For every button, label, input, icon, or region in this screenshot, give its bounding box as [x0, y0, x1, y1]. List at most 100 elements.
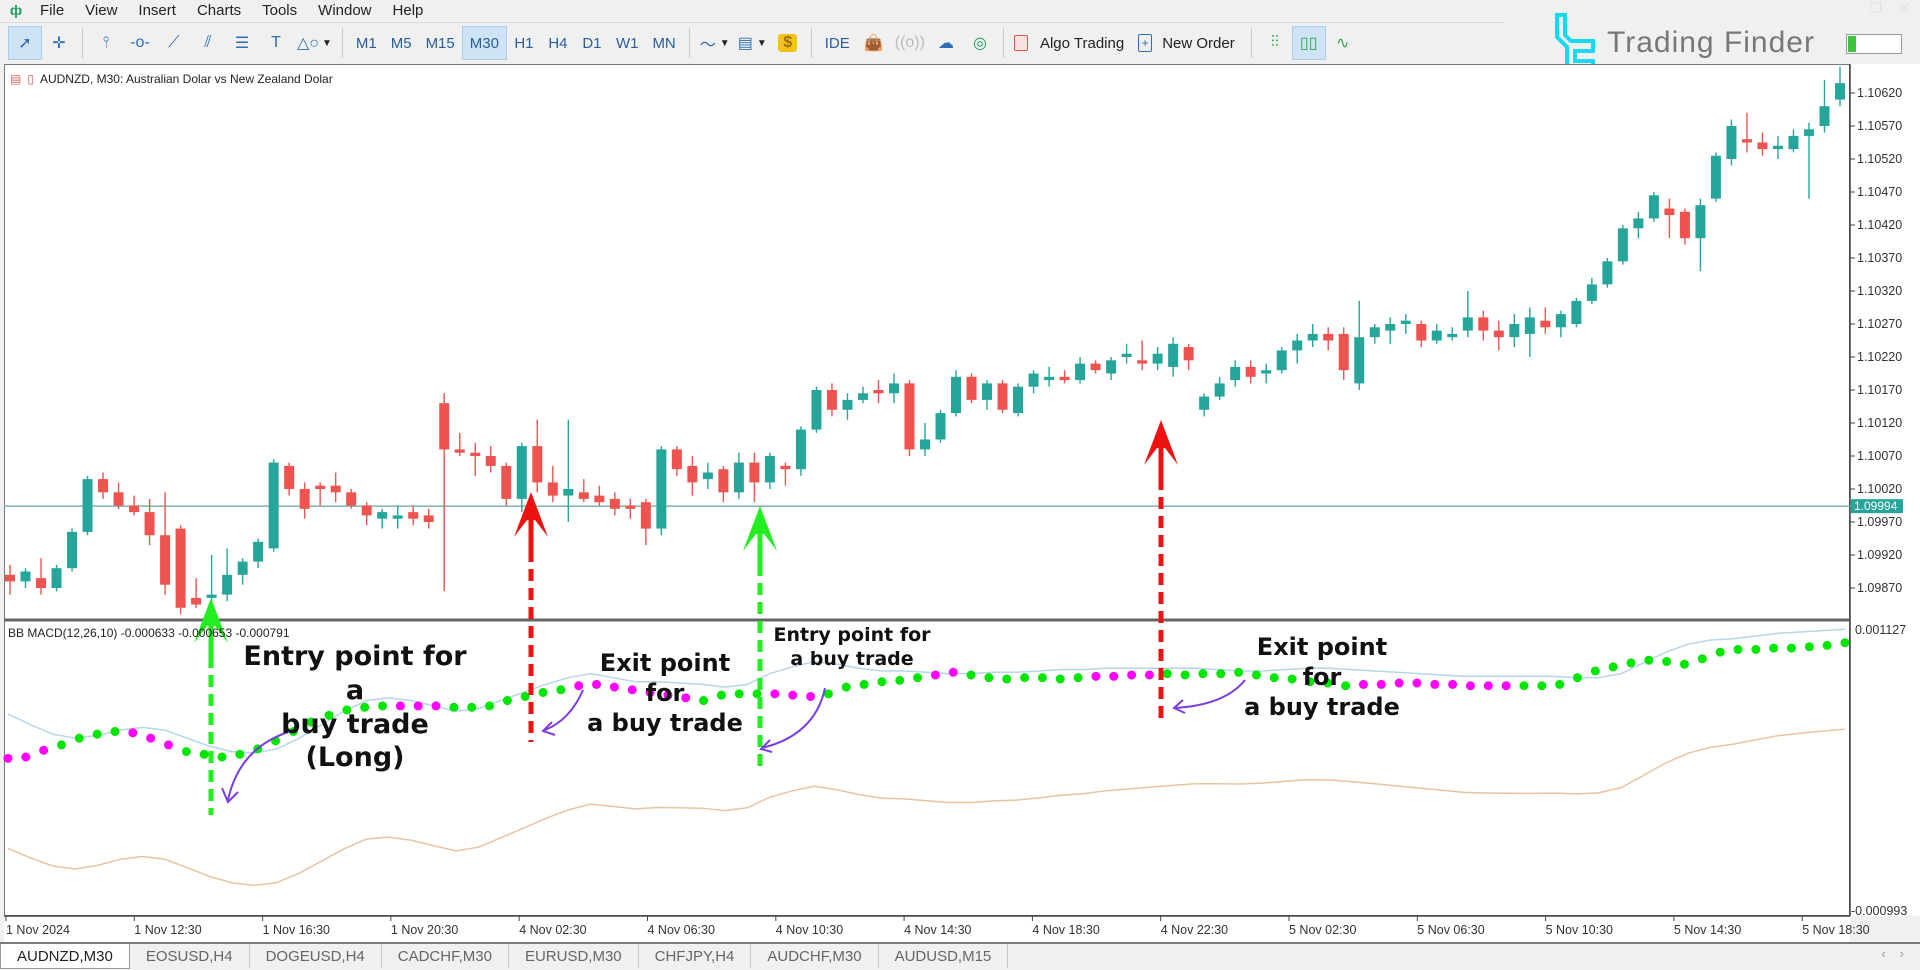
new-order-label: New Order	[1162, 34, 1235, 52]
horizontal-line-button[interactable]: -o-	[123, 26, 157, 60]
chart-tab[interactable]: AUDNZD,M30	[0, 944, 130, 969]
chart-title: ▤ ▯ AUDNZD, M30: Australian Dolar vs New…	[10, 72, 333, 86]
fibonacci-button[interactable]: ☰	[225, 26, 259, 60]
line-chart-button[interactable]: ∿	[1326, 26, 1360, 60]
channel-icon: ⫽	[204, 34, 212, 51]
bar-chart-icon: ⫶⫶	[1270, 34, 1279, 51]
annotation-line: a buy trade	[1244, 693, 1400, 721]
connection-status	[1846, 34, 1902, 54]
timeframe-h1[interactable]: H1	[507, 26, 541, 60]
toolbar-separator	[1002, 28, 1004, 58]
candlestick-icon: ▯▯	[1299, 35, 1318, 52]
chart-tab[interactable]: EURUSD,M30	[509, 944, 639, 968]
market-button[interactable]: $	[771, 26, 805, 60]
new-order-button[interactable]: + New Order	[1134, 26, 1245, 60]
stop-square-icon	[1013, 35, 1028, 51]
crosshair-icon: ✛	[52, 35, 66, 52]
menu-charts[interactable]: Charts	[189, 2, 254, 19]
toolbar-separator	[810, 28, 812, 58]
vps-button[interactable]: ☁	[929, 26, 963, 60]
timeframe-m15[interactable]: M15	[419, 26, 462, 60]
chevron-down-icon: ▼	[719, 37, 730, 49]
timeframe-d1[interactable]: D1	[575, 26, 609, 60]
timeframe-h4[interactable]: H4	[541, 26, 575, 60]
chart-list-icon: ▤	[10, 72, 22, 86]
chart-tab[interactable]: AUDUSD,M15	[879, 944, 1009, 968]
vertical-line-button[interactable]: ⫯	[89, 26, 123, 60]
chart-tab[interactable]: CHFJPY,H4	[639, 944, 752, 968]
cursor-tool-button[interactable]: ➚	[8, 26, 42, 60]
channel-button[interactable]: ⫽	[191, 26, 225, 60]
annotation-line: a buy trade	[587, 709, 743, 737]
menu-tools[interactable]: Tools	[254, 2, 310, 19]
candlestick-chart-button[interactable]: ▯▯	[1291, 26, 1326, 60]
timeframe-m30[interactable]: M30	[461, 26, 507, 60]
signals-button[interactable]: ((o))	[891, 26, 929, 60]
menu-view[interactable]: View	[77, 2, 130, 19]
annotation-line: Exit point for	[1256, 633, 1388, 691]
cursor-icon: ➚	[18, 35, 32, 52]
algo-trading-label: Algo Trading	[1039, 34, 1125, 52]
annotation-exit-1: Exit point for a buy trade	[580, 648, 750, 738]
toolbar-separator	[1250, 28, 1252, 58]
signal-icon: ((o))	[894, 34, 925, 51]
shapes-button[interactable]: △○ ▼	[293, 26, 336, 60]
chart-symbol-title: AUDNZD, M30: Australian Dolar vs New Zea…	[39, 72, 333, 86]
indicator-title: BB MACD(12,26,10) -0.000633 -0.000653 -0…	[8, 626, 290, 640]
annotation-line: a buy trade	[790, 647, 914, 670]
menu-help[interactable]: Help	[385, 2, 437, 19]
annotation-entry-2: Entry point for a buy trade	[772, 624, 932, 672]
time-axis[interactable]	[4, 916, 1850, 942]
chevron-down-icon: ▼	[756, 37, 767, 49]
price-axis[interactable]	[1850, 64, 1920, 916]
chart-tab[interactable]: AUDCHF,M30	[751, 944, 879, 968]
crosshair-tool-button[interactable]: ✛	[42, 26, 76, 60]
templates-button[interactable]: ▤ ▼	[734, 26, 771, 60]
annotation-line: Exit point for	[599, 649, 731, 707]
timeframe-w1[interactable]: W1	[609, 26, 646, 60]
horizontal-line-icon: -o-	[130, 34, 150, 51]
shapes-icon: △○	[297, 35, 319, 52]
toolbar-separator	[688, 28, 690, 58]
add-account-button[interactable]: ◎	[963, 26, 997, 60]
annotation-line: (Long)	[305, 742, 405, 774]
menu-file[interactable]: File	[32, 2, 77, 19]
tab-scroll: ‹ ›	[1881, 946, 1904, 961]
chart-tab[interactable]: DOGEUSD,H4	[250, 944, 382, 968]
chevron-down-icon: ▼	[321, 37, 332, 49]
chart-tab[interactable]: EOSUSD,H4	[130, 944, 250, 968]
chart-tabs: AUDNZD,M30 EOSUSD,H4 DOGEUSD,H4 CADCHF,M30 E…	[0, 942, 1920, 970]
fibonacci-icon: ☰	[234, 35, 250, 52]
annotation-entry-long: Entry point for a buy trade (Long)	[240, 640, 470, 775]
timeframe-m5[interactable]: M5	[384, 26, 419, 60]
annotation-line: buy trade	[281, 708, 429, 740]
line-chart-icon: 〜	[699, 37, 716, 54]
scroll-right-icon[interactable]: ›	[1900, 946, 1904, 961]
algo-trading-button[interactable]: Algo Trading	[1010, 26, 1134, 60]
vertical-line-icon: ⫯	[102, 34, 110, 51]
fingerprint-add-icon: ◎	[972, 35, 987, 52]
menu-window[interactable]: Window	[310, 2, 384, 19]
shopping-bag-icon: 👜	[863, 35, 884, 52]
indicators-button[interactable]: 〜 ▼	[696, 26, 734, 60]
ide-button[interactable]: IDE	[818, 26, 857, 60]
annotation-line: Entry point for a	[243, 641, 467, 706]
bar-chart-button[interactable]: ⫶⫶	[1258, 26, 1292, 60]
scroll-left-icon[interactable]: ‹	[1881, 946, 1885, 961]
toolbar-separator	[82, 28, 83, 58]
chart-window[interactable]	[4, 64, 1850, 916]
market-bag-button[interactable]: 👜	[857, 26, 891, 60]
chart-template-icon: ▤	[737, 35, 753, 52]
chart-tab[interactable]: CADCHF,M30	[382, 944, 509, 968]
text-tool-button[interactable]: T	[259, 26, 293, 60]
new-order-icon: +	[1138, 34, 1153, 52]
trendline-button[interactable]: ⟋	[157, 26, 191, 60]
timeframe-m1[interactable]: M1	[349, 26, 384, 60]
app-logo-icon: ф	[9, 2, 23, 18]
menu-insert[interactable]: Insert	[130, 2, 189, 19]
line-chart-icon: ∿	[1336, 35, 1350, 52]
text-icon: T	[271, 34, 281, 51]
trendline-icon: ⟋	[168, 34, 180, 51]
timeframe-mn[interactable]: MN	[645, 26, 682, 60]
brand-name: Trading Finder	[1607, 26, 1815, 59]
